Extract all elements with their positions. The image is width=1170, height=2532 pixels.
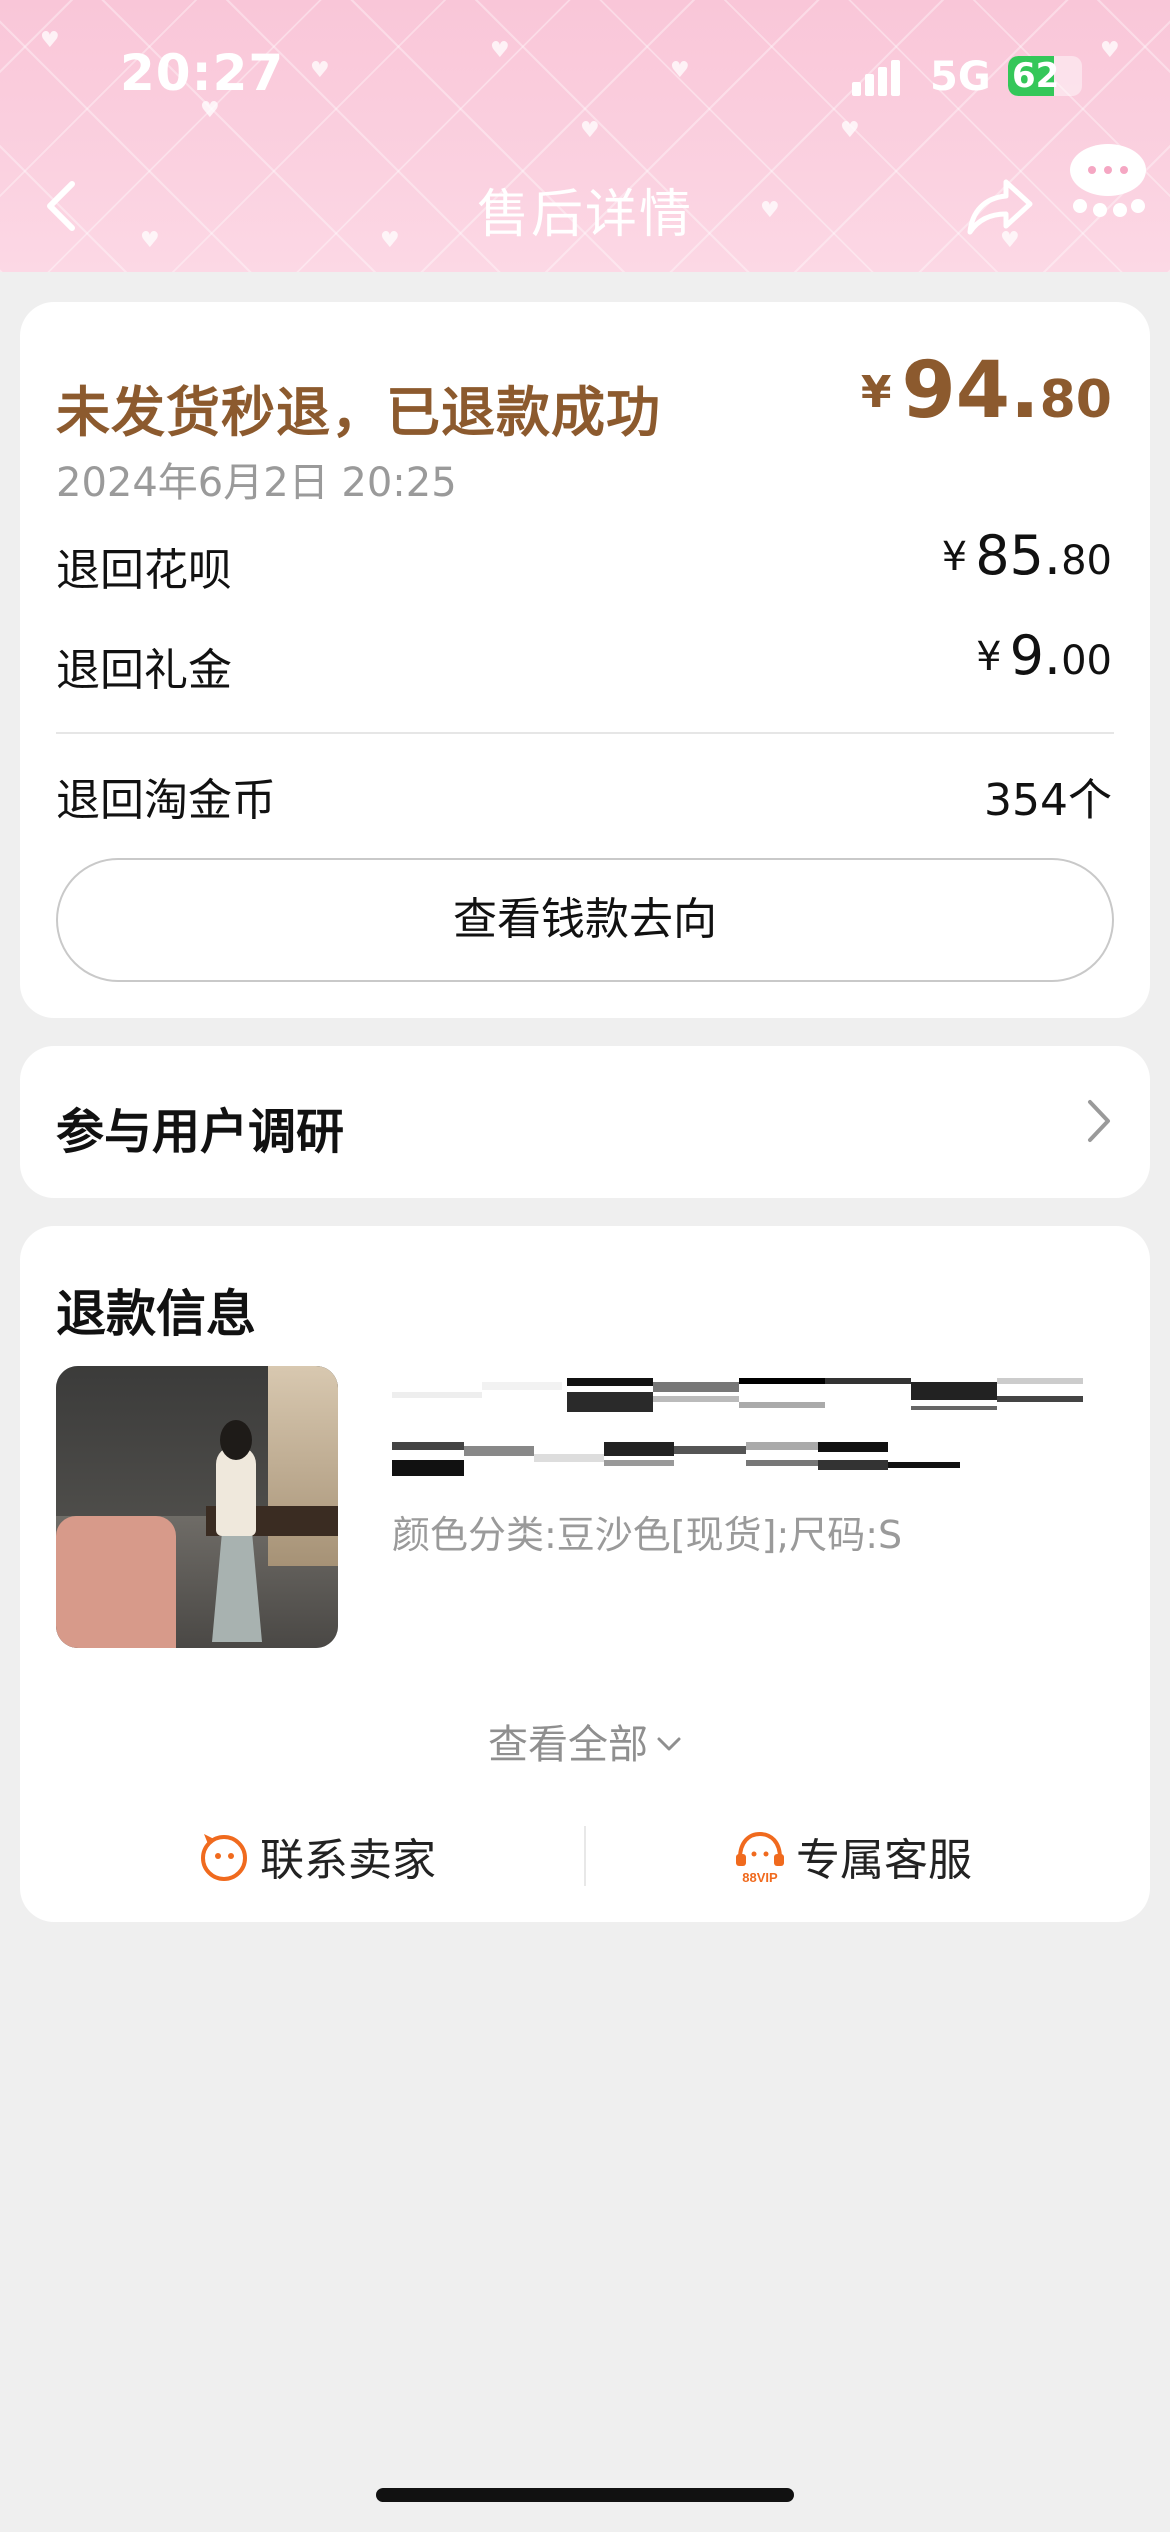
refund-total-amount: ¥94.80: [861, 346, 1112, 436]
view-money-flow-button[interactable]: 查看钱款去向: [56, 858, 1114, 982]
refund-row-value: ¥9.00: [976, 624, 1112, 687]
refund-date: 2024年6月2日 20:25: [56, 460, 457, 506]
product-image[interactable]: [56, 1366, 338, 1648]
chevron-right-icon: [1088, 1100, 1110, 1142]
refund-summary-card: 未发货秒退，已退款成功 ¥94.80 2024年6月2日 20:25 退回花呗 …: [20, 302, 1150, 1018]
survey-card[interactable]: 参与用户调研: [20, 1046, 1150, 1198]
heart-decoration: ♥: [200, 98, 220, 123]
network-type: 5G: [930, 54, 991, 100]
headset-icon: 88VIP: [736, 1831, 784, 1884]
currency-symbol: ¥: [941, 534, 968, 580]
redacted-product-title: [392, 1442, 1092, 1484]
view-all-button[interactable]: 查看全部: [20, 1712, 1150, 1770]
seller-face-icon: [201, 1834, 247, 1881]
divider: [56, 732, 1114, 734]
header-bar: ♥ ♥ ♥ ♥ ♥ ♥ ♥ ♥ ♥ ♥ ♥ ♥ 20:27 5G 62 售后详情: [0, 0, 1170, 272]
heart-decoration: ♥: [1100, 38, 1120, 63]
refund-row-value: ¥85.80: [942, 524, 1112, 587]
contact-seller-label: 联系卖家: [260, 1835, 436, 1886]
refund-status-title: 未发货秒退，已退款成功: [56, 381, 661, 444]
refund-row-label: 退回礼金: [56, 645, 232, 696]
exclusive-service-button[interactable]: 88VIP 专属客服: [734, 1816, 972, 1896]
contact-seller-button[interactable]: 联系卖家: [198, 1816, 436, 1896]
coin-value: 354个: [984, 775, 1112, 826]
status-time: 20:27: [120, 44, 285, 102]
action-divider: [584, 1826, 586, 1886]
amount-decimal: 00: [1061, 638, 1112, 684]
amount-integer: 94.: [901, 346, 1040, 436]
currency-symbol: ¥: [976, 634, 1002, 680]
home-indicator[interactable]: [376, 2488, 794, 2502]
vip-badge-text: 88VIP: [742, 1870, 778, 1884]
exclusive-service-label: 专属客服: [796, 1835, 972, 1886]
amount-integer: 9.: [1009, 624, 1062, 687]
heart-decoration: ♥: [840, 118, 860, 143]
chevron-down-icon: [657, 1737, 681, 1751]
share-icon[interactable]: [966, 176, 1036, 236]
battery-percent: 62: [1012, 56, 1060, 96]
redacted-product-title: [392, 1378, 1092, 1420]
currency-symbol: ¥: [860, 367, 892, 418]
product-spec: 颜色分类:豆沙色[现货];尺码:S: [392, 1513, 903, 1557]
heart-decoration: ♥: [580, 118, 600, 143]
battery-icon: 62: [1008, 56, 1082, 96]
view-all-label: 查看全部: [488, 1722, 648, 1768]
amount-decimal: 80: [1039, 370, 1112, 430]
heart-decoration: ♥: [310, 58, 330, 83]
refund-info-card: 退款信息 颜色分类:豆沙色[现货];尺码:S 查看全部 联系卖家 88VIP 专…: [20, 1226, 1150, 1922]
more-icon[interactable]: [1068, 142, 1148, 222]
amount-decimal: 80: [1061, 538, 1112, 584]
refund-info-title: 退款信息: [56, 1285, 256, 1343]
heart-decoration: ♥: [490, 38, 510, 63]
amount-integer: 85.: [975, 524, 1062, 587]
survey-label: 参与用户调研: [56, 1104, 345, 1160]
signal-icon: [852, 60, 900, 96]
coin-label: 退回淘金币: [56, 775, 276, 826]
refund-row-label: 退回花呗: [56, 545, 232, 596]
heart-decoration: ♥: [40, 28, 60, 53]
heart-decoration: ♥: [670, 58, 690, 83]
